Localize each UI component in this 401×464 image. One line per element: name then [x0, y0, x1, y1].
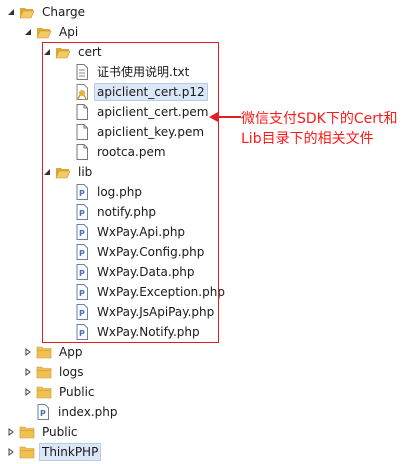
certificate-file-icon: [74, 84, 90, 100]
file-icon: [74, 124, 90, 140]
file-icon: [74, 144, 90, 160]
annotation-text: 微信支付SDK下的Cert和Lib目录下的相关文件: [241, 111, 398, 147]
folder-icon: [36, 364, 52, 380]
tree-item[interactable]: P WxPay.Notify.php: [74, 323, 203, 341]
file-icon: [74, 104, 90, 120]
folder-icon: [36, 344, 52, 360]
expand-closed-icon[interactable]: [23, 387, 33, 397]
svg-text:P: P: [79, 189, 85, 198]
svg-text:P: P: [79, 249, 85, 258]
tree-item-label: notify.php: [97, 205, 157, 219]
php-file-icon: P: [74, 204, 90, 220]
tree-item-label: 证书使用说明.txt: [97, 65, 190, 79]
tree-item-label: WxPay.Exception.php: [97, 285, 225, 299]
tree-item-label: Public: [59, 385, 95, 399]
tree-item[interactable]: Charge: [6, 3, 88, 21]
tree-item-label: WxPay.Data.php: [97, 265, 195, 279]
tree-item[interactable]: Public: [23, 383, 98, 401]
svg-text:P: P: [79, 329, 85, 338]
tree-item-label: App: [59, 345, 83, 359]
folder-icon: [19, 424, 35, 440]
folder-open-icon: [36, 24, 52, 40]
svg-text:P: P: [79, 309, 85, 318]
folder-icon: [36, 384, 52, 400]
tree-item[interactable]: Plog.php: [74, 183, 145, 201]
tree-item[interactable]: ThinkPHP: [6, 443, 102, 461]
expand-open-icon[interactable]: [42, 47, 52, 57]
text-file-icon: [74, 64, 90, 80]
tree-item[interactable]: P WxPay.Api.php: [74, 223, 188, 241]
folder-open-icon: [55, 164, 71, 180]
tree-item-label: apiclient_key.pem: [97, 125, 205, 139]
tree-item[interactable]: 证书使用说明.txt: [74, 63, 192, 81]
tree-item-label: logs: [59, 365, 84, 379]
expand-open-icon[interactable]: [23, 27, 33, 37]
folder-open-icon: [55, 44, 71, 60]
tree-item[interactable]: rootca.pem: [74, 143, 169, 161]
tree-item[interactable]: App: [23, 343, 85, 361]
expand-open-icon[interactable]: [42, 167, 52, 177]
tree-item-label: apiclient_cert.pem: [97, 105, 209, 119]
tree-item[interactable]: P WxPay.Config.php: [74, 243, 207, 261]
php-file-icon: P: [74, 244, 90, 260]
svg-text:P: P: [40, 409, 46, 418]
tree-item-label: WxPay.Config.php: [97, 245, 205, 259]
tree-item-label: Api: [59, 25, 79, 39]
tree-item[interactable]: Pnotify.php: [74, 203, 159, 221]
tree-item[interactable]: P WxPay.Data.php: [74, 263, 198, 281]
tree-item-label: cert: [78, 45, 102, 59]
php-file-icon: P: [74, 304, 90, 320]
tree-item[interactable]: lib: [42, 163, 95, 181]
tree-item[interactable]: P WxPay.Exception.php: [74, 283, 228, 301]
expand-closed-icon[interactable]: [6, 427, 16, 437]
tree-item[interactable]: Pindex.php: [35, 403, 120, 421]
tree-item-label: rootca.pem: [97, 145, 166, 159]
php-file-icon: P: [74, 324, 90, 340]
expand-closed-icon[interactable]: [23, 347, 33, 357]
svg-text:P: P: [79, 269, 85, 278]
tree-item[interactable]: logs: [23, 363, 87, 381]
folder-open-icon: [19, 4, 35, 20]
svg-text:P: P: [79, 209, 85, 218]
tree-item[interactable]: apiclient_cert.pem: [74, 103, 211, 121]
expand-closed-icon[interactable]: [6, 447, 16, 457]
tree-item-label: apiclient_cert.p12: [94, 83, 208, 101]
tree-item-label: log.php: [97, 185, 142, 199]
tree-item[interactable]: P WxPay.JsApiPay.php: [74, 303, 217, 321]
tree-item[interactable]: apiclient_key.pem: [74, 123, 207, 141]
tree-item-label: index.php: [58, 405, 118, 419]
php-file-icon: P: [35, 404, 51, 420]
expand-open-icon[interactable]: [6, 7, 16, 17]
svg-text:P: P: [79, 289, 85, 298]
expand-closed-icon[interactable]: [23, 367, 33, 377]
tree-item[interactable]: Public: [6, 423, 81, 441]
php-file-icon: P: [74, 264, 90, 280]
php-file-icon: P: [74, 184, 90, 200]
php-file-icon: P: [74, 224, 90, 240]
svg-text:P: P: [79, 229, 85, 238]
tree-item-label: ThinkPHP: [39, 443, 102, 461]
tree-item-label: Public: [42, 425, 78, 439]
tree-item[interactable]: Api: [23, 23, 81, 41]
tree-item-label: WxPay.JsApiPay.php: [97, 305, 215, 319]
folder-icon: [19, 444, 35, 460]
tree-item[interactable]: cert: [42, 43, 105, 61]
tree-item-label: WxPay.Notify.php: [97, 325, 200, 339]
tree-item-label: WxPay.Api.php: [97, 225, 186, 239]
php-file-icon: P: [74, 284, 90, 300]
tree-item[interactable]: apiclient_cert.p12: [74, 83, 208, 101]
arrow-icon: [209, 112, 241, 122]
tree-item-label: Charge: [42, 5, 86, 19]
tree-item-label: lib: [78, 165, 93, 179]
